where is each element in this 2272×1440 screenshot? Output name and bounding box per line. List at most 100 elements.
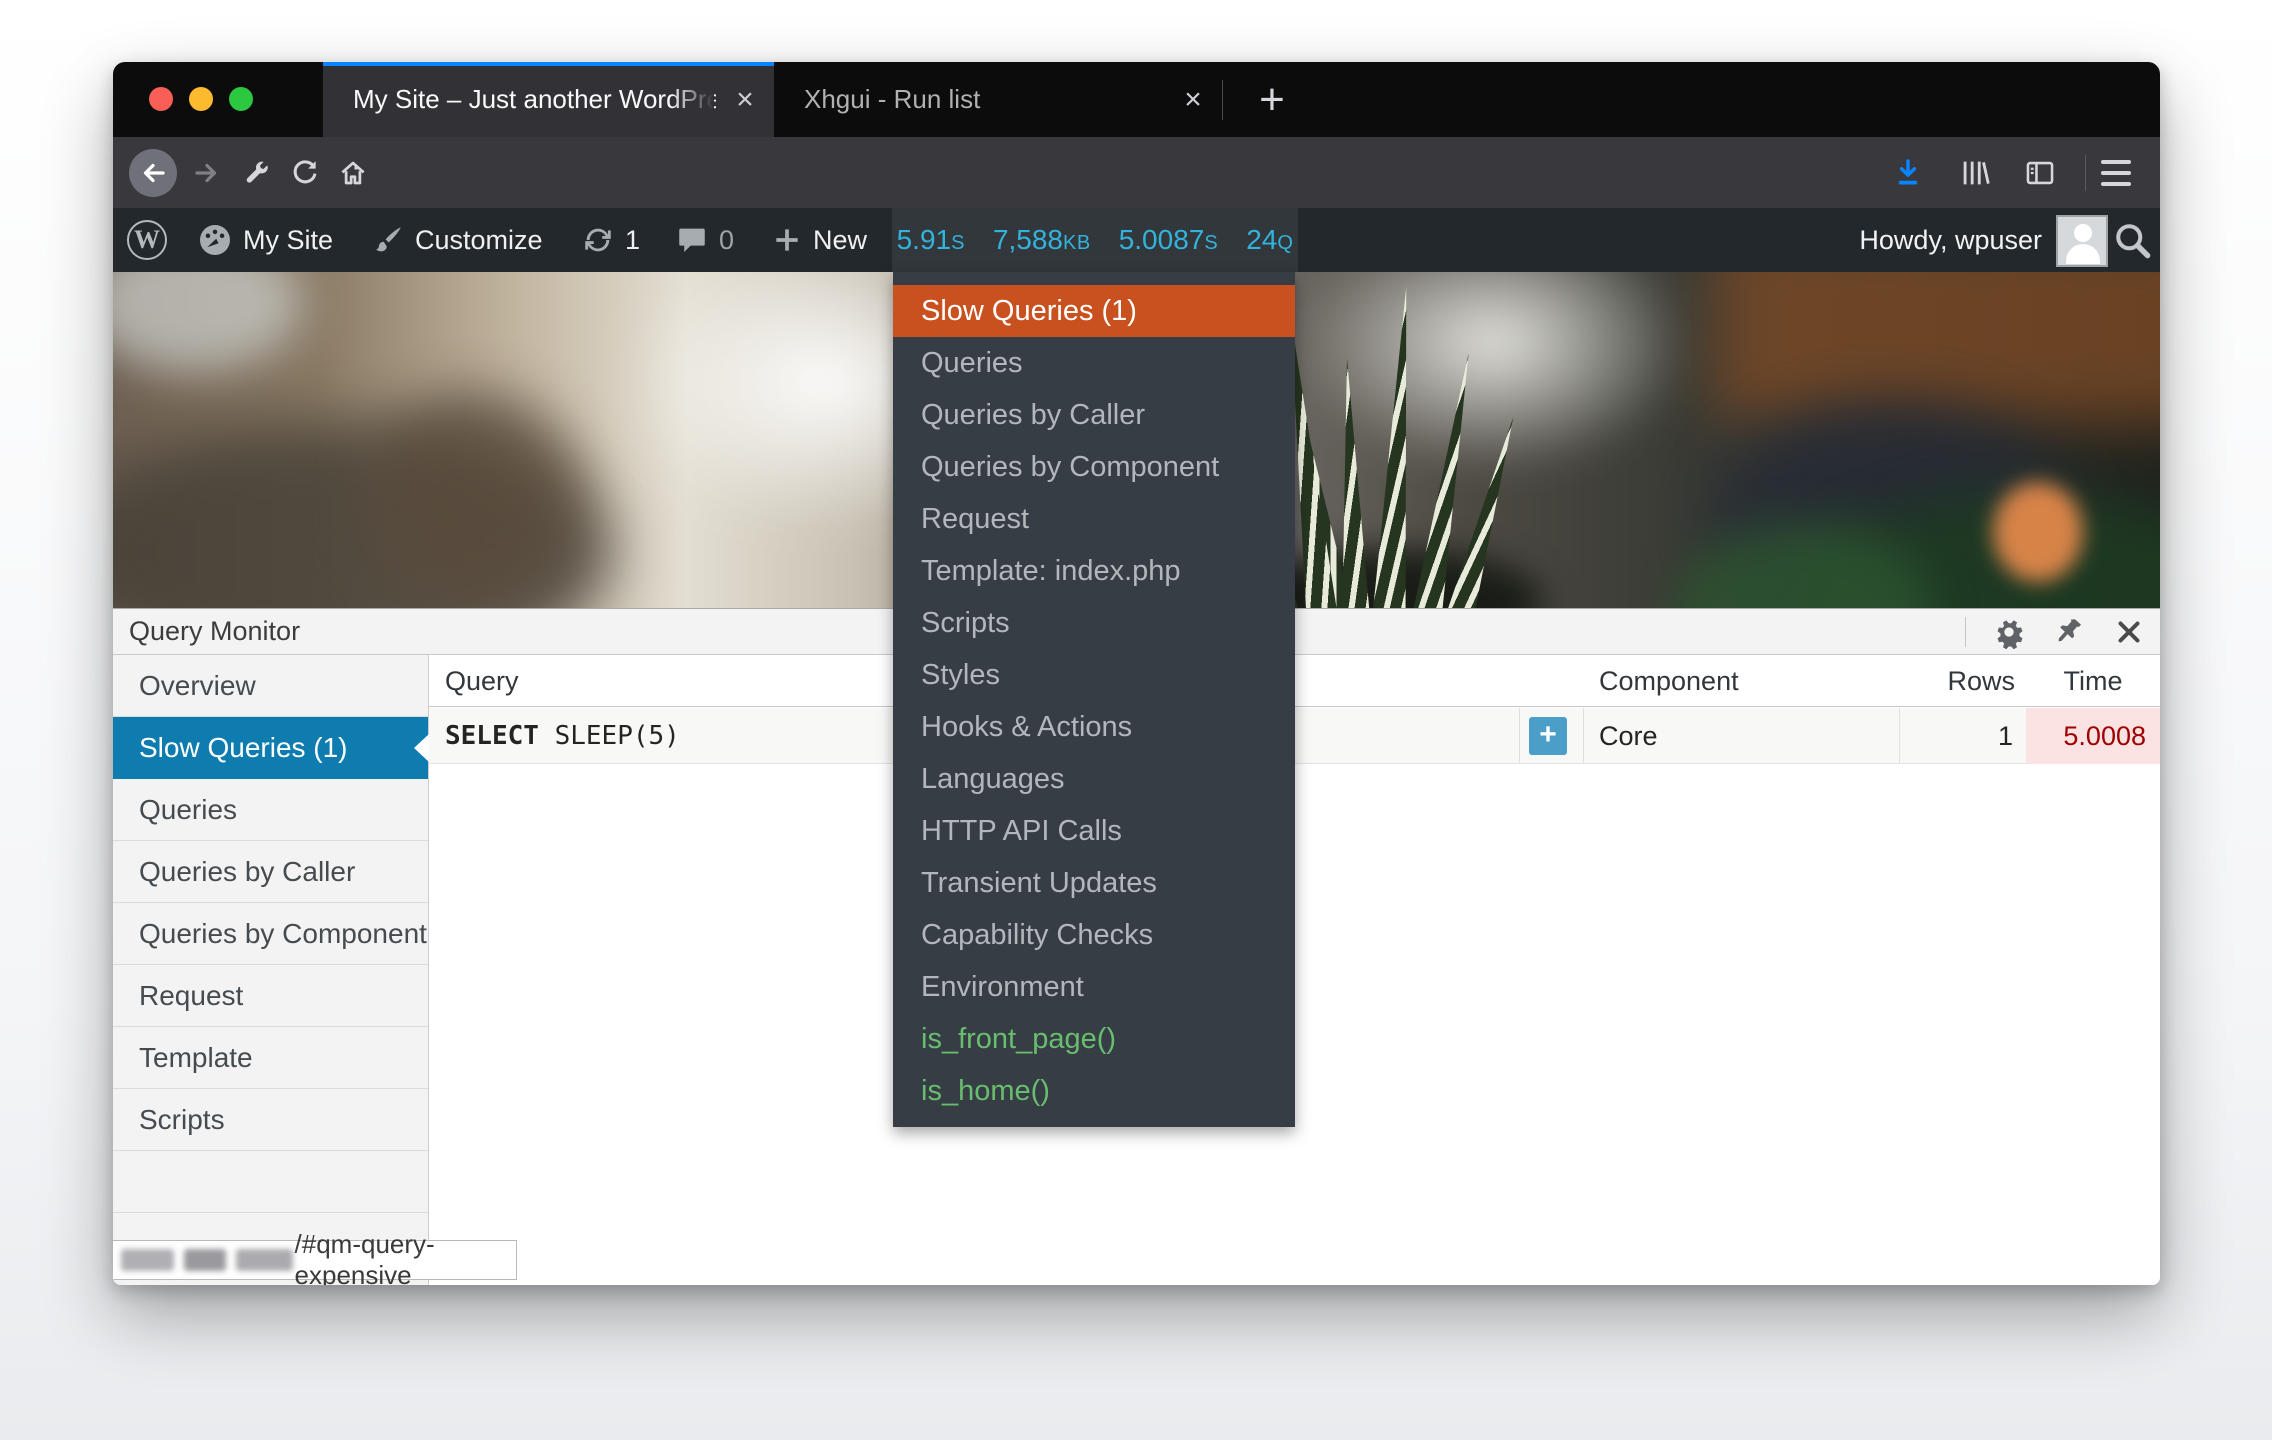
toolbar-divider	[2085, 155, 2086, 191]
my-site-menu[interactable]: My Site	[197, 208, 333, 272]
qm-menu-item-request[interactable]: Request	[893, 493, 1295, 545]
qm-menu-item-queries[interactable]: Queries	[893, 337, 1295, 389]
stat-page-time: 5.91s	[897, 224, 965, 256]
qm-sidebar-item-slow-queries[interactable]: Slow Queries (1)	[113, 717, 428, 779]
qm-settings-button[interactable]	[1992, 615, 2026, 649]
qm-sidebar-item-partial[interactable]	[113, 1151, 428, 1213]
qm-menu-item-queries-by-component[interactable]: Queries by Component	[893, 441, 1295, 493]
qm-col-time: Time	[2026, 655, 2160, 707]
customize-label: Customize	[415, 225, 543, 256]
qm-pin-button[interactable]	[2052, 615, 2086, 649]
wp-admin-bar: W My Site Customize 1 0	[113, 208, 2160, 272]
qm-menu-item-styles[interactable]: Styles	[893, 649, 1295, 701]
search-button[interactable]	[2110, 218, 2154, 262]
query-monitor-admin-item[interactable]: 5.91s 7,588kb 5.0087s 24q	[892, 208, 1298, 272]
wordpress-logo-icon: W	[127, 220, 167, 260]
dashboard-gauge-icon	[197, 222, 233, 258]
qm-menu-item-languages[interactable]: Languages	[893, 753, 1295, 805]
avatar[interactable]	[2056, 215, 2108, 267]
update-count: 1	[625, 225, 640, 256]
rows-cell: 1	[1899, 708, 2013, 764]
qm-dropdown-menu: Slow Queries (1) Queries Queries by Call…	[893, 272, 1295, 1127]
qm-close-button[interactable]	[2112, 615, 2146, 649]
minimize-window-button[interactable]	[189, 87, 213, 111]
qm-menu-item-scripts[interactable]: Scripts	[893, 597, 1295, 649]
forward-icon	[192, 158, 222, 188]
downloads-button[interactable]	[1891, 137, 1925, 208]
my-site-label: My Site	[243, 225, 333, 256]
account-menu[interactable]: Howdy, wpuser	[1859, 208, 2042, 272]
plus-icon	[771, 224, 803, 256]
comment-bubble-icon	[675, 223, 709, 257]
status-link-path: /#qm-query-expensive	[295, 1229, 516, 1285]
reload-button[interactable]	[283, 137, 327, 208]
tab-title-fade	[670, 80, 714, 120]
qm-sidebar: Overview Slow Queries (1) Queries Querie…	[113, 655, 429, 1285]
new-label: New	[813, 225, 867, 256]
column-divider	[1519, 708, 1520, 764]
tab-my-site[interactable]: My Site – Just another WordPress si ×	[323, 62, 774, 137]
qm-menu-item-is-front-page[interactable]: is_front_page()	[893, 1013, 1295, 1065]
stat-query-count: 24q	[1246, 224, 1293, 256]
wrench-button[interactable]	[235, 137, 279, 208]
qm-sidebar-item-template[interactable]: Template	[113, 1027, 428, 1089]
hero-wood-shelf	[1713, 272, 2160, 422]
expand-row-button[interactable]: +	[1529, 717, 1567, 755]
forward-button[interactable]	[185, 137, 229, 208]
redacted-domain	[121, 1249, 174, 1271]
avatar-body	[2066, 244, 2100, 264]
time-cell: 5.0008	[2026, 708, 2160, 764]
qm-menu-item-queries-by-caller[interactable]: Queries by Caller	[893, 389, 1295, 441]
wp-logo-menu[interactable]: W	[127, 208, 167, 272]
qm-menu-item-hooks-actions[interactable]: Hooks & Actions	[893, 701, 1295, 753]
new-tab-button[interactable]: +	[1237, 62, 1307, 137]
update-arrows-icon	[581, 223, 615, 257]
qm-menu-item-http-api-calls[interactable]: HTTP API Calls	[893, 805, 1295, 857]
qm-menu-item-environment[interactable]: Environment	[893, 961, 1295, 1013]
tab-title: My Site – Just another WordPress si	[323, 84, 716, 115]
tab-bar: My Site – Just another WordPress si × Xh…	[113, 62, 2160, 137]
updates-menu[interactable]: 1	[581, 208, 640, 272]
menu-button[interactable]	[2101, 137, 2131, 208]
customize-menu[interactable]: Customize	[371, 208, 543, 272]
sidebar-toggle-button[interactable]	[2023, 137, 2057, 208]
qm-sidebar-item-scripts[interactable]: Scripts	[113, 1089, 428, 1151]
comments-menu[interactable]: 0	[675, 208, 734, 272]
bokeh-light	[1993, 482, 2083, 582]
new-content-menu[interactable]: New	[771, 208, 867, 272]
qm-menu-item-template[interactable]: Template: index.php	[893, 545, 1295, 597]
column-divider	[1583, 708, 1584, 764]
tab-xhgui[interactable]: Xhgui - Run list ×	[774, 62, 1222, 137]
qm-menu-item-transient-updates[interactable]: Transient Updates	[893, 857, 1295, 909]
redacted-domain	[236, 1249, 293, 1271]
back-icon	[129, 149, 177, 197]
home-button[interactable]	[331, 137, 375, 208]
qm-sidebar-item-queries[interactable]: Queries	[113, 779, 428, 841]
qm-sidebar-item-queries-by-component[interactable]: Queries by Component	[113, 903, 428, 965]
back-button[interactable]	[127, 137, 179, 208]
qm-col-query: Query	[445, 655, 519, 707]
redacted-domain	[184, 1249, 225, 1271]
hero-chair-blur	[363, 392, 583, 608]
qm-panel-title: Query Monitor	[113, 616, 300, 647]
qm-col-component: Component	[1599, 655, 1739, 707]
zoom-window-button[interactable]	[229, 87, 253, 111]
component-cell: Core	[1599, 708, 1658, 764]
qm-menu-item-slow-queries[interactable]: Slow Queries (1)	[893, 285, 1295, 337]
qm-sidebar-item-request[interactable]: Request	[113, 965, 428, 1027]
qm-menu-item-capability-checks[interactable]: Capability Checks	[893, 909, 1295, 961]
sql-query-text: SELECT SLEEP(5)	[445, 708, 680, 764]
paintbrush-icon	[371, 223, 405, 257]
qm-menu-item-is-home[interactable]: is_home()	[893, 1065, 1295, 1117]
qm-sidebar-item-queries-by-caller[interactable]: Queries by Caller	[113, 841, 428, 903]
close-window-button[interactable]	[149, 87, 173, 111]
stat-memory: 7,588kb	[993, 224, 1091, 256]
library-button[interactable]	[1958, 137, 1992, 208]
tab-close-icon[interactable]: ×	[716, 83, 774, 117]
tab-title: Xhgui - Run list	[774, 84, 1164, 115]
comment-count: 0	[719, 225, 734, 256]
tab-close-icon[interactable]: ×	[1164, 83, 1222, 117]
hero-highlight	[113, 272, 303, 372]
qm-sidebar-item-overview[interactable]: Overview	[113, 655, 428, 717]
navigation-toolbar: i	[113, 137, 2160, 208]
